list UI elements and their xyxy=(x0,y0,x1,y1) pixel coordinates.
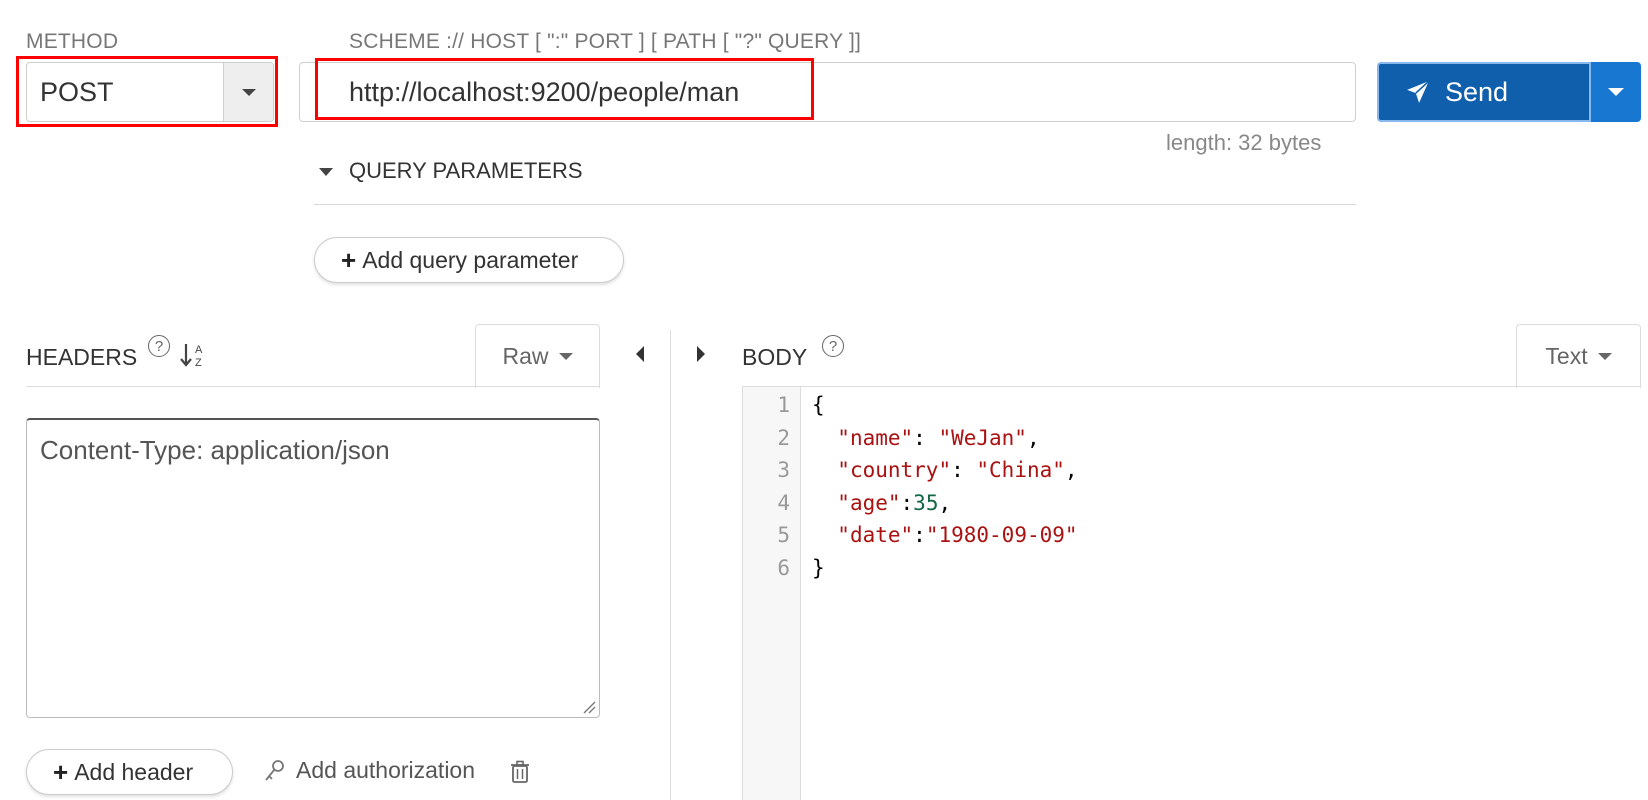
json-punctuation-token: } xyxy=(812,555,825,580)
json-punctuation-token: : xyxy=(913,425,939,450)
url-length-text: length: 32 bytes xyxy=(1166,130,1322,155)
add-authorization-label: Add authorization xyxy=(296,757,476,783)
json-punctuation-token: : xyxy=(913,523,926,547)
caret-left-icon[interactable] xyxy=(636,346,644,362)
add-header-button[interactable]: + Add header xyxy=(26,749,233,795)
caret-down-icon xyxy=(1608,88,1624,96)
trash-icon[interactable] xyxy=(510,760,530,784)
add-query-parameter-button[interactable]: + Add query parameter xyxy=(314,237,624,283)
add-authorization-link[interactable]: Add authorization xyxy=(264,757,475,784)
plus-icon: + xyxy=(53,756,69,787)
resize-grip-icon[interactable] xyxy=(582,700,596,714)
headers-content: Content-Type: application/json xyxy=(40,435,390,465)
headers-textarea[interactable]: Content-Type: application/json xyxy=(26,418,600,718)
url-value: http://localhost:9200/people/man xyxy=(349,77,740,107)
body-mode-label: Text xyxy=(1545,343,1588,369)
plus-icon: + xyxy=(341,244,357,275)
json-string-token: "name" xyxy=(837,425,914,450)
body-mode-dropdown[interactable]: Text xyxy=(1516,324,1641,388)
headers-title: HEADERS xyxy=(26,344,138,370)
json-punctuation-token xyxy=(812,458,837,482)
help-icon[interactable]: ? xyxy=(148,335,170,357)
json-punctuation-token: , xyxy=(1026,425,1040,450)
json-punctuation-token: { xyxy=(812,393,825,417)
sort-az-icon[interactable]: A Z xyxy=(180,341,206,369)
code-line: "name": "WeJan", xyxy=(812,425,1040,450)
caret-down-icon xyxy=(1597,353,1612,360)
json-punctuation-token xyxy=(812,523,837,547)
collapse-caret-icon[interactable] xyxy=(319,168,333,176)
url-input[interactable]: http://localhost:9200/people/man xyxy=(299,62,1356,122)
line-number: 1 xyxy=(777,393,790,417)
code-line: } xyxy=(812,556,825,580)
caret-right-icon[interactable] xyxy=(697,346,705,362)
line-number: 6 xyxy=(777,555,790,580)
json-punctuation-token: : xyxy=(951,458,977,482)
paper-plane-icon xyxy=(1407,80,1430,103)
line-number: 2 xyxy=(777,425,790,450)
json-string-token: "date" xyxy=(837,523,914,547)
method-value: POST xyxy=(40,77,114,107)
panel-splitter[interactable] xyxy=(670,330,671,800)
query-params-title[interactable]: QUERY PARAMETERS xyxy=(349,158,583,184)
line-number: 3 xyxy=(777,458,790,482)
json-string-token: "country" xyxy=(837,458,952,482)
code-line: "date":"1980-09-09" xyxy=(812,523,1078,547)
json-string-token: "China" xyxy=(976,458,1065,482)
code-line: "age":35, xyxy=(812,491,951,515)
code-line: { xyxy=(812,393,825,417)
json-string-token: "age" xyxy=(837,490,901,515)
json-punctuation-token xyxy=(812,426,837,450)
divider xyxy=(314,204,1356,205)
key-icon xyxy=(265,759,284,781)
svg-text:Z: Z xyxy=(195,357,202,369)
code-line: "country": "China", xyxy=(812,458,1078,482)
line-number: 5 xyxy=(777,523,790,547)
body-editor[interactable]: 1 2 3 4 5 6 { "name": "WeJan", "country": "Ch… xyxy=(742,387,1641,800)
add-header-label: Add header xyxy=(74,758,194,785)
json-number-token: 35 xyxy=(913,490,939,515)
json-punctuation-token xyxy=(812,491,837,515)
svg-text:A: A xyxy=(195,344,203,356)
url-format-label: SCHEME :// HOST [ ":" PORT ] [ PATH [ "?… xyxy=(349,30,862,53)
send-dropdown-button[interactable] xyxy=(1591,62,1641,122)
json-punctuation-token: , xyxy=(938,490,952,515)
add-query-parameter-label: Add query parameter xyxy=(362,246,579,273)
json-punctuation-token: : xyxy=(900,490,914,515)
json-string-token: "1980-09-09" xyxy=(925,523,1078,547)
send-label: Send xyxy=(1445,76,1509,107)
method-select[interactable]: POST xyxy=(26,62,274,122)
method-dropdown-toggle[interactable] xyxy=(223,63,273,121)
method-label: METHOD xyxy=(26,30,119,53)
line-number: 4 xyxy=(777,490,790,515)
json-string-token: "WeJan" xyxy=(938,425,1027,450)
caret-down-icon xyxy=(558,353,573,360)
line-number-gutter: 1 2 3 4 5 6 xyxy=(743,387,801,800)
headers-mode-dropdown[interactable]: Raw xyxy=(475,324,600,388)
divider xyxy=(26,386,600,387)
headers-mode-label: Raw xyxy=(502,343,549,369)
caret-down-icon xyxy=(241,88,256,96)
json-punctuation-token: , xyxy=(1064,458,1078,482)
body-title: BODY xyxy=(742,344,808,370)
help-icon[interactable]: ? xyxy=(822,335,844,357)
send-button[interactable]: Send xyxy=(1377,62,1591,122)
